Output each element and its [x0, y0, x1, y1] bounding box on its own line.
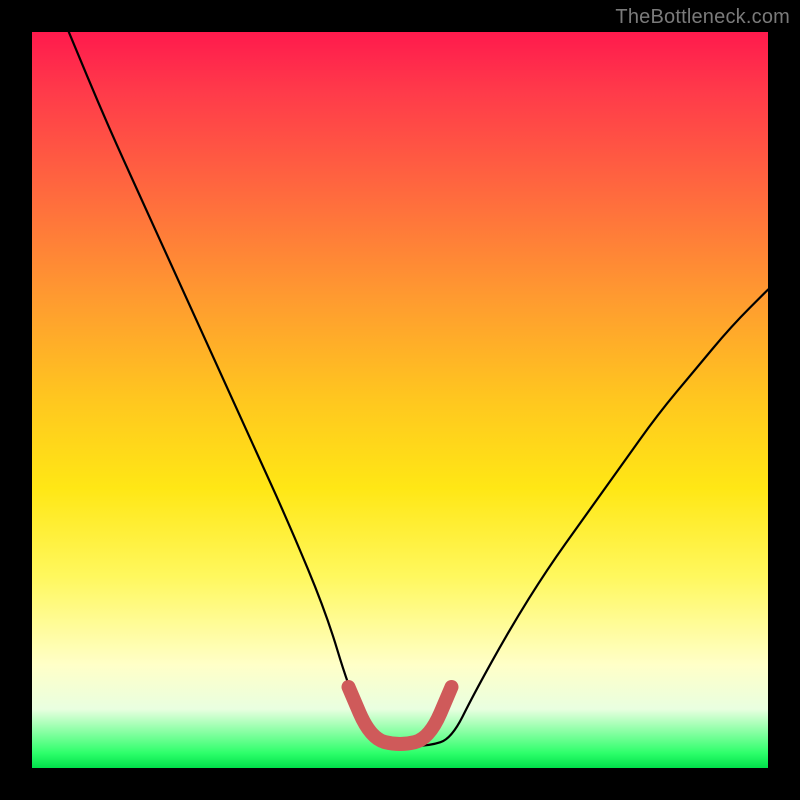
- bottleneck-curve: [69, 32, 768, 746]
- chart-svg: [32, 32, 768, 768]
- chart-frame: TheBottleneck.com: [0, 0, 800, 800]
- flat-bottom-highlight: [349, 687, 452, 744]
- chart-plot-area: [32, 32, 768, 768]
- watermark-text: TheBottleneck.com: [615, 6, 790, 29]
